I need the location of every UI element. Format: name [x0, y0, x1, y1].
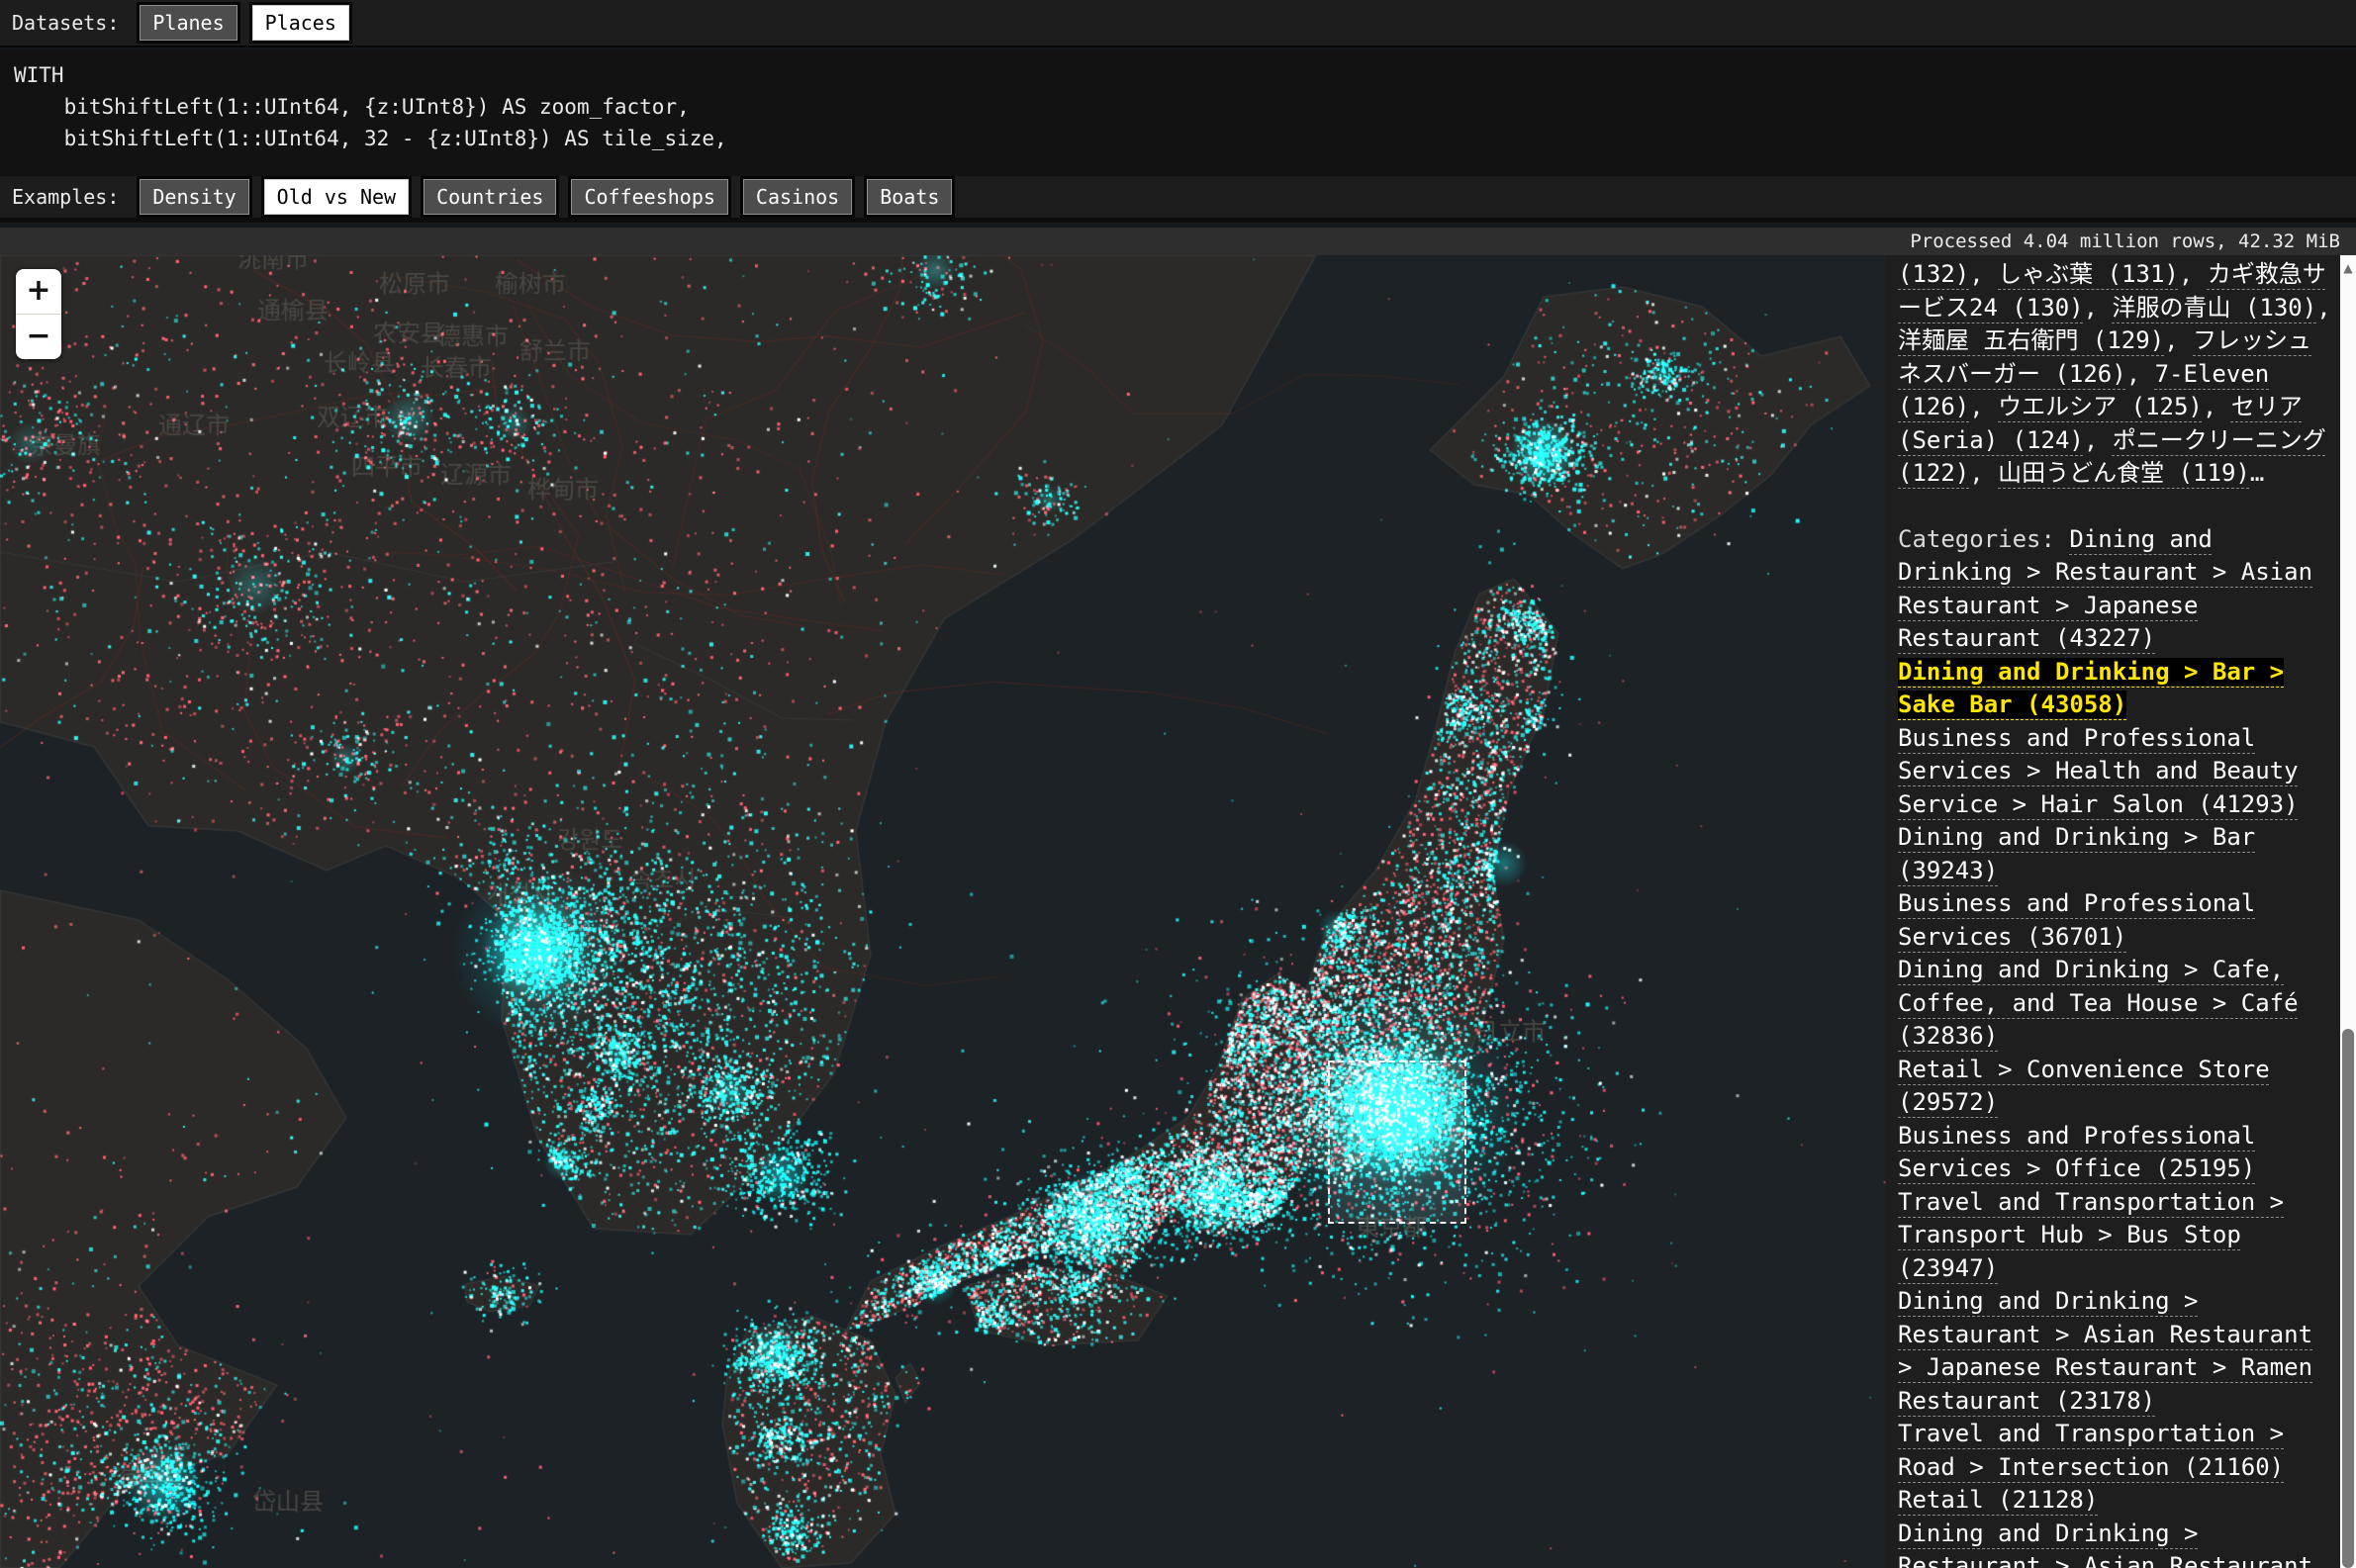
datasets-label: Datasets:: [12, 11, 119, 35]
sql-code[interactable]: WITH bitShiftLeft(1::UInt64, {z:UInt8}) …: [14, 59, 2356, 154]
scrollbar-up-arrow[interactable]: ▲: [2340, 255, 2356, 281]
brand-link[interactable]: しゃぶ葉 (131): [1998, 260, 2179, 288]
example-button-countries[interactable]: Countries: [421, 176, 559, 218]
map-zoom-control: + −: [16, 269, 61, 359]
category-link[interactable]: Travel and Transportation > Transport Hu…: [1898, 1188, 2284, 1282]
brand-link[interactable]: (132): [1898, 260, 1969, 288]
zoom-out-button[interactable]: −: [16, 314, 61, 359]
datasets-bar: Datasets: PlanesPlaces: [0, 0, 2356, 47]
category-link[interactable]: Business and Professional Services > Hea…: [1898, 724, 2299, 818]
brand-link[interactable]: 洋麺屋 五右衛門 (129): [1898, 326, 2164, 354]
status-bar: Processed 4.04 million rows, 42.32 MiB: [0, 228, 2356, 255]
results-panel: (132), しゃぶ葉 (131), カギ救急サービス24 (130), 洋服の…: [1886, 255, 2340, 1568]
example-button-boats[interactable]: Boats: [864, 176, 955, 218]
examples-label: Examples:: [12, 185, 119, 209]
category-link[interactable]: Dining and Drinking > Cafe, Coffee, and …: [1898, 956, 2299, 1050]
brand-link[interactable]: ウエルシア (125): [1998, 393, 2203, 420]
brand-link[interactable]: 洋服の青山 (130): [2113, 294, 2317, 322]
category-link[interactable]: Business and Professional Services > Off…: [1898, 1122, 2255, 1183]
categories-label: Categories:: [1898, 525, 2069, 553]
brand-link[interactable]: 山田うどん食堂 (119): [1998, 459, 2250, 487]
zoom-in-button[interactable]: +: [16, 269, 61, 314]
dataset-button-planes[interactable]: Planes: [137, 2, 239, 44]
example-button-coffeeshops[interactable]: Coffeeshops: [568, 176, 730, 218]
category-link[interactable]: Dining and Drinking > Bar (39243): [1898, 823, 2255, 884]
examples-bar: Examples: DensityOld vs NewCountriesCoff…: [0, 176, 2356, 223]
example-button-group: DensityOld vs NewCountriesCoffeeshopsCas…: [137, 176, 955, 218]
category-link[interactable]: Business and Professional Services (3670…: [1898, 889, 2255, 951]
categories-list: Categories: Dining and Drinking > Restau…: [1898, 523, 2331, 1568]
category-link[interactable]: Dining and Drinking > Restaurant > Asian…: [1898, 1520, 2312, 1568]
category-link[interactable]: Dining and Drinking > Restaurant > Asian…: [1898, 1287, 2312, 1415]
results-scrollbar[interactable]: ▲: [2340, 255, 2356, 1568]
category-link[interactable]: Retail > Convenience Store (29572): [1898, 1056, 2270, 1117]
app-root: Datasets: PlanesPlaces WITH bitShiftLeft…: [0, 0, 2356, 1568]
top-brands-list: (132), しゃぶ葉 (131), カギ救急サービス24 (130), 洋服の…: [1898, 258, 2331, 491]
status-text: Processed 4.04 million rows, 42.32 MiB: [1910, 231, 2340, 252]
example-button-density[interactable]: Density: [137, 176, 251, 218]
sql-editor[interactable]: WITH bitShiftLeft(1::UInt64, {z:UInt8}) …: [0, 49, 2356, 176]
dataset-button-places[interactable]: Places: [249, 2, 352, 44]
category-link-selected[interactable]: Dining and Drinking > Bar > Sake Bar (43…: [1898, 658, 2284, 719]
example-button-casinos[interactable]: Casinos: [740, 176, 855, 218]
tile-selection-box: [1328, 1061, 1466, 1224]
scrollbar-thumb[interactable]: [2342, 1029, 2354, 1568]
dataset-button-group: PlanesPlaces: [137, 2, 352, 44]
category-link[interactable]: Retail (21128): [1898, 1486, 2098, 1514]
category-link[interactable]: Travel and Transportation > Road > Inter…: [1898, 1420, 2284, 1481]
example-button-old-vs-new[interactable]: Old vs New: [261, 176, 412, 218]
